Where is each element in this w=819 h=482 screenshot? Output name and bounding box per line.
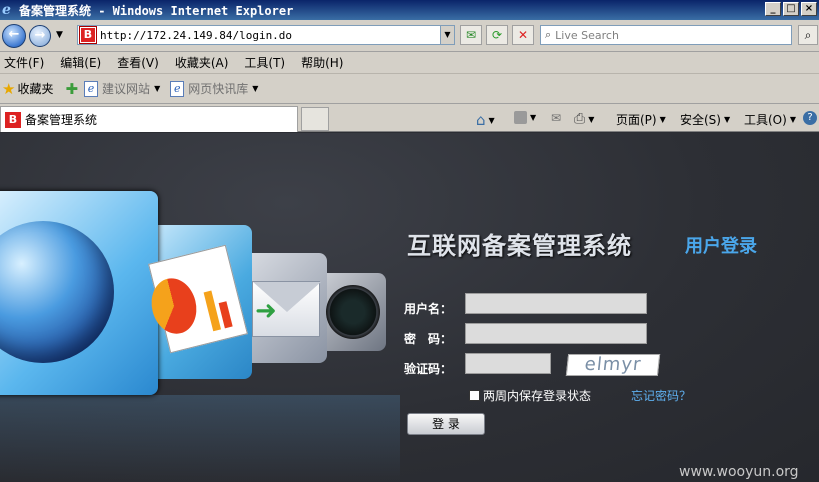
menu-favorites[interactable]: 收藏夹(A): [175, 54, 229, 71]
watermark-text: www.wooyun.org: [679, 464, 799, 480]
password-label: 密 码：: [404, 332, 453, 346]
rss-feed-icon: [514, 111, 527, 124]
page-icon: e: [84, 80, 99, 97]
safety-menu-label: 安全(S): [680, 113, 721, 127]
page-menu-label: 页面(P): [616, 113, 657, 127]
favorites-button[interactable]: 收藏夹: [17, 80, 53, 97]
tab-bar: B 备案管理系统 ⌂ ▼ ▼ ✉ ⎙ ▼ 页面(P) ▼ 安全(S) ▼ 工具(O) ▼ …: [0, 104, 819, 132]
search-input[interactable]: Live Search: [551, 29, 619, 42]
safety-menu-button[interactable]: 安全(S) ▼: [680, 111, 730, 128]
new-tab-button[interactable]: [301, 107, 329, 131]
tools-menu-label: 工具(O): [744, 113, 787, 127]
menu-tools[interactable]: 工具(T): [244, 54, 285, 71]
tab-active[interactable]: B 备案管理系统: [0, 106, 298, 132]
suggested-sites-link[interactable]: e 建议网站 ▼: [84, 80, 160, 97]
suggested-sites-label: 建议网站: [102, 82, 151, 96]
home-icon: ⌂: [476, 111, 486, 129]
system-title: 互联网备案管理系统: [407, 232, 632, 260]
remember-login-option[interactable]: 两周内保存登录状态: [469, 387, 591, 404]
search-box[interactable]: ⌕ Live Search: [540, 25, 792, 45]
menu-edit[interactable]: 编辑(E): [60, 54, 101, 71]
help-icon: ?: [803, 111, 817, 125]
username-field[interactable]: [465, 293, 647, 314]
add-favorite-icon[interactable]: ✚: [65, 80, 78, 98]
window-titlebar: e 备案管理系统 - Windows Internet Explorer _ □…: [0, 0, 819, 20]
window-title: 备案管理系统 - Windows Internet Explorer: [19, 3, 294, 18]
menu-bar: 文件(F) 编辑(E) 查看(V) 收藏夹(A) 工具(T) 帮助(H): [0, 52, 819, 74]
chevron-down-icon: ▼: [154, 84, 161, 93]
back-button[interactable]: ←: [2, 24, 26, 48]
captcha-image[interactable]: elmyr: [565, 354, 661, 376]
chevron-down-icon: ▼: [723, 115, 731, 124]
chevron-down-icon: ▼: [252, 84, 259, 93]
remember-checkbox[interactable]: [469, 390, 480, 401]
help-button[interactable]: ?: [803, 111, 817, 125]
tab-favicon-icon: B: [5, 111, 21, 128]
read-mail-button[interactable]: ✉: [551, 111, 561, 125]
login-subtitle: 用户登录: [685, 236, 757, 257]
minimize-button[interactable]: _: [765, 2, 781, 16]
chevron-down-icon: ▼: [530, 113, 537, 122]
mail-icon: ✉: [551, 111, 562, 125]
page-content: ➜ 互联网备案管理系统 用户登录 用户名： 密 码： 验证码： elmyr 两周…: [0, 133, 819, 482]
live-search-icon: ⌕: [545, 28, 552, 41]
forgot-password-link[interactable]: 忘记密码？: [631, 387, 691, 404]
envelope-icon: ➜: [252, 281, 321, 337]
page-icon: e: [170, 80, 185, 97]
refresh-icon[interactable]: ⟳: [486, 25, 508, 45]
username-label: 用户名：: [404, 302, 453, 316]
chevron-down-icon: ▼: [659, 115, 666, 124]
history-dropdown-icon[interactable]: ▼: [56, 30, 66, 40]
ie-logo-icon: e: [2, 2, 11, 18]
favorites-star-icon[interactable]: ★: [2, 80, 15, 98]
tab-title: 备案管理系统: [25, 113, 98, 127]
login-button[interactable]: 登 录: [407, 413, 485, 435]
bar-graphic: [218, 301, 233, 329]
address-bar[interactable]: B http://172.24.149.84/login.do ▼: [77, 25, 455, 45]
compatibility-view-icon[interactable]: ✉: [460, 25, 482, 45]
captcha-label: 验证码：: [404, 362, 453, 376]
menu-help[interactable]: 帮助(H): [301, 54, 343, 71]
remember-label: 两周内保存登录状态: [483, 389, 592, 403]
chevron-down-icon: ▼: [588, 114, 595, 124]
forward-button[interactable]: →: [29, 25, 51, 47]
site-favicon-icon: B: [79, 26, 97, 44]
window-controls: _ □ ×: [765, 2, 817, 16]
favorites-bar: ★ 收藏夹 ✚ e 建议网站 ▼ e 网页快讯库 ▼: [0, 74, 819, 104]
captcha-field[interactable]: [465, 353, 551, 374]
navigation-bar: ← → ▼ B http://172.24.149.84/login.do ▼ …: [0, 20, 819, 52]
address-dropdown-icon[interactable]: ▼: [440, 26, 454, 44]
close-button[interactable]: ×: [801, 2, 817, 16]
search-icon[interactable]: ⌕: [798, 25, 818, 45]
web-slice-gallery-link[interactable]: e 网页快讯库 ▼: [170, 80, 258, 97]
feeds-button[interactable]: ▼: [514, 111, 536, 124]
print-icon: ⎙: [574, 111, 586, 127]
address-input[interactable]: http://172.24.149.84/login.do: [100, 29, 440, 42]
menu-file[interactable]: 文件(F): [4, 54, 44, 71]
web-slice-gallery-label: 网页快讯库: [188, 82, 249, 96]
chevron-down-icon: ▼: [488, 115, 495, 125]
chevron-down-icon: ▼: [789, 115, 796, 124]
tools-menu-button[interactable]: 工具(O) ▼: [744, 111, 796, 128]
decorative-reflection: [0, 395, 400, 482]
green-arrow-icon: ➜: [255, 296, 277, 326]
stop-icon[interactable]: ✕: [512, 25, 534, 45]
home-button[interactable]: ⌂ ▼: [476, 111, 495, 129]
print-button[interactable]: ⎙ ▼: [574, 111, 594, 127]
radar-icon: [326, 285, 380, 339]
page-menu-button[interactable]: 页面(P) ▼: [616, 111, 666, 128]
maximize-button[interactable]: □: [783, 2, 799, 16]
menu-view[interactable]: 查看(V): [117, 54, 159, 71]
password-field[interactable]: [465, 323, 647, 344]
bar-graphic: [203, 290, 222, 332]
